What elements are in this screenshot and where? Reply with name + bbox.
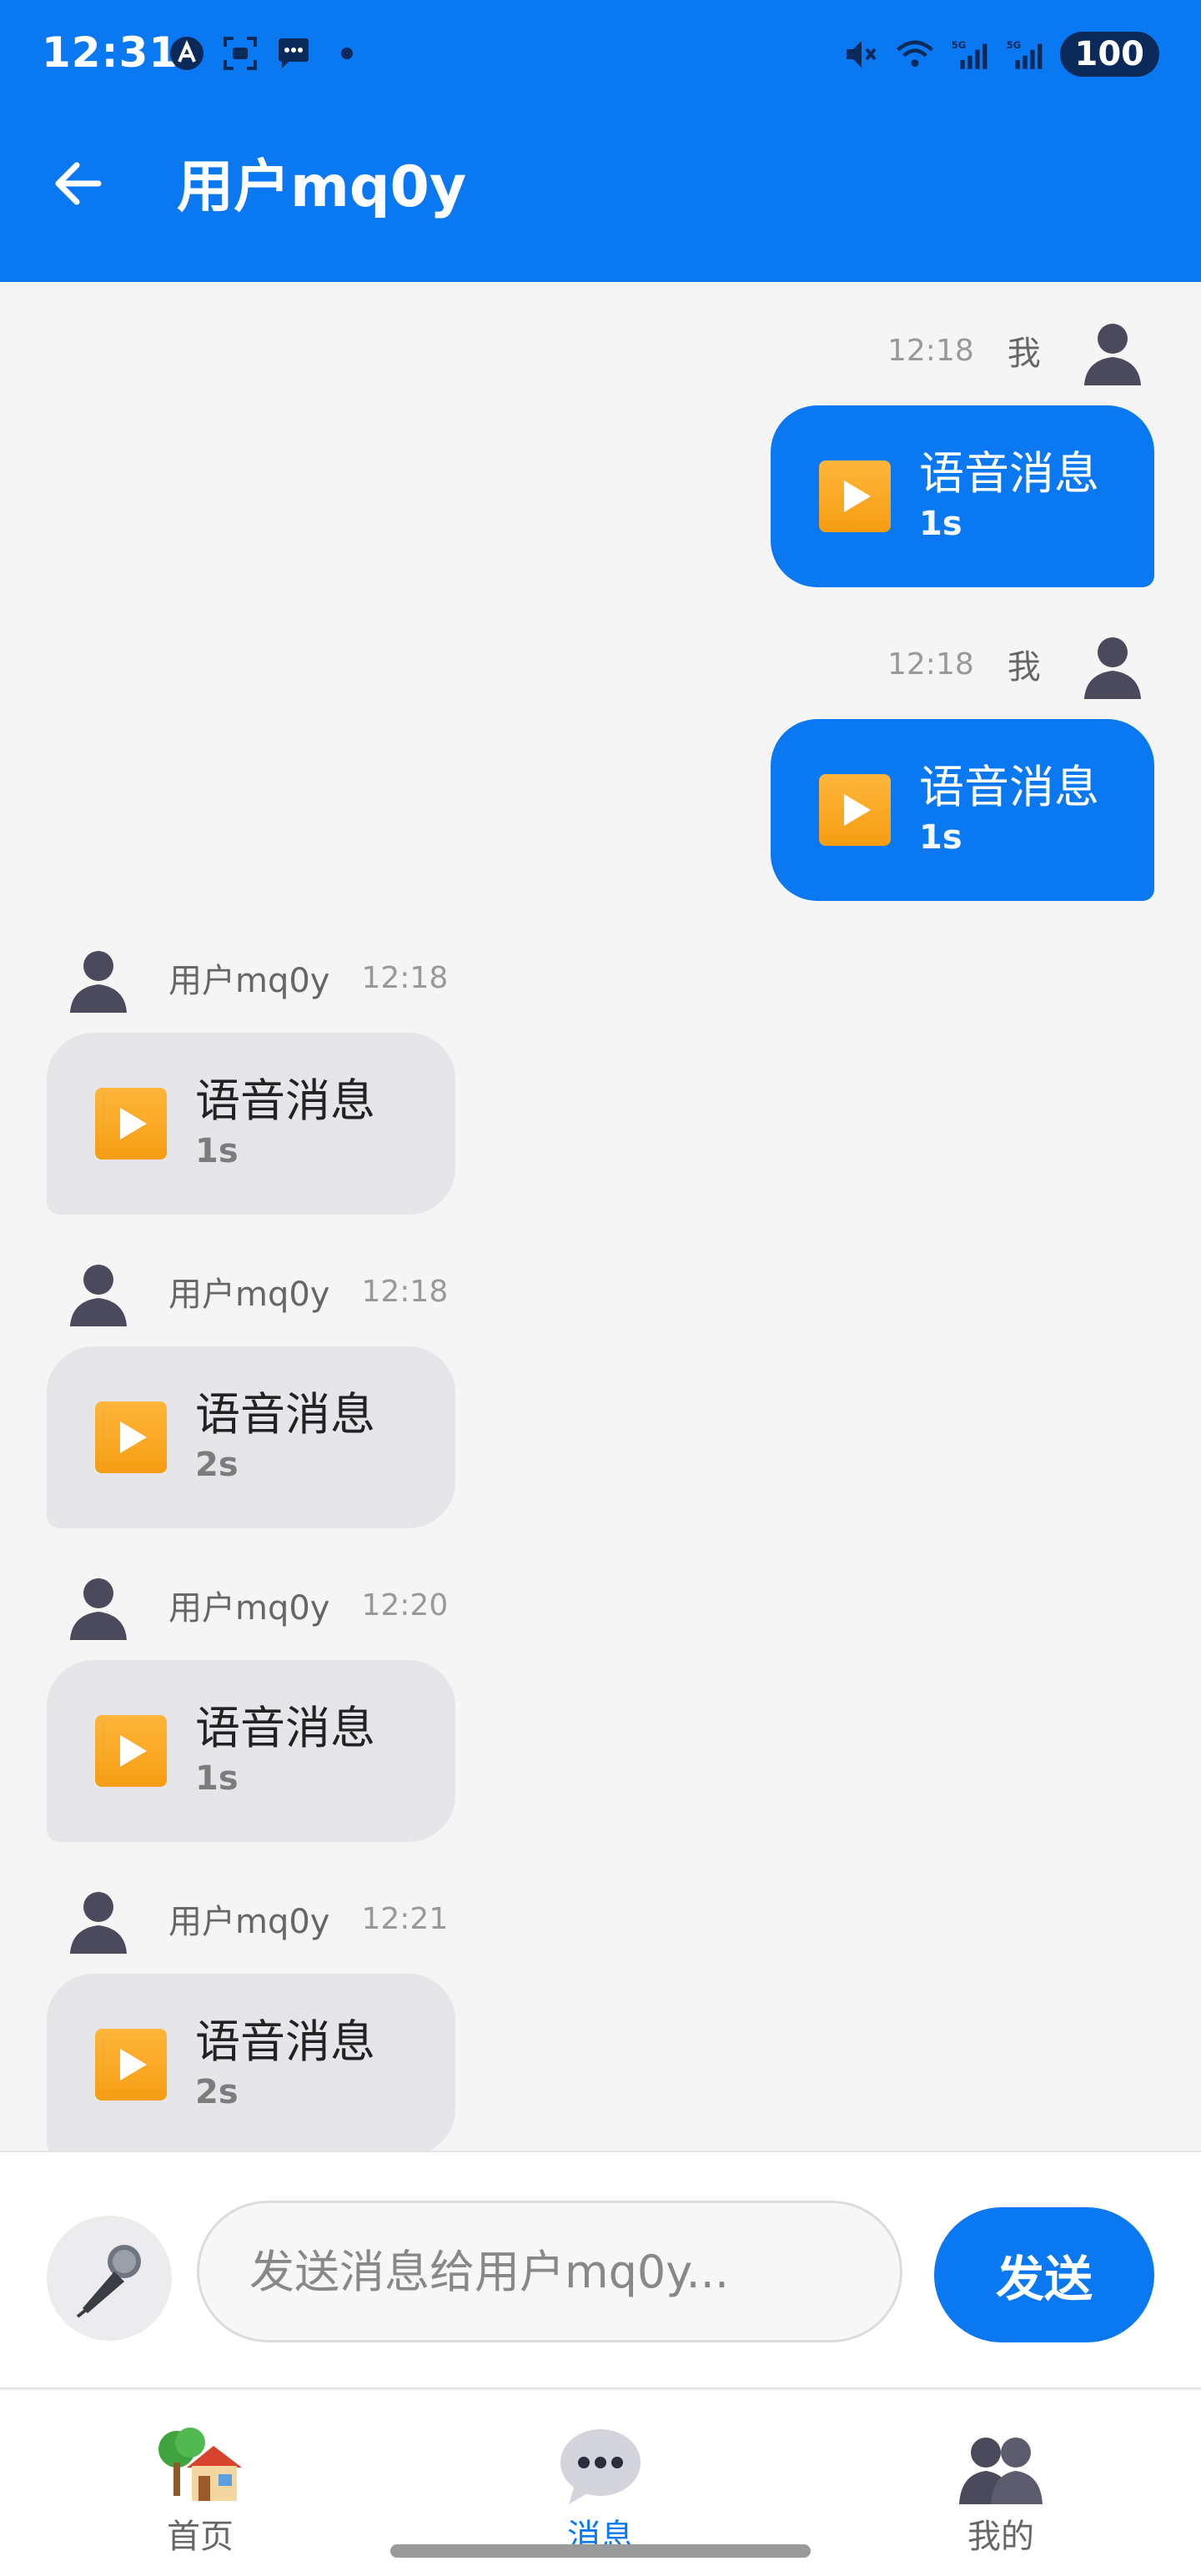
message-meta: 12:18 我: [887, 629, 1148, 699]
avatar-icon[interactable]: [63, 1884, 133, 1954]
status-bar: 12:31 5G 5G 100: [0, 0, 1201, 107]
nav-item-profile[interactable]: 我的: [901, 2424, 1101, 2558]
status-time: 12:31: [42, 28, 179, 77]
sender-name: 我: [1007, 335, 1041, 373]
play-icon: [95, 1715, 167, 1787]
voice-message-label: 语音消息: [919, 447, 1099, 500]
app-a-icon: [167, 33, 207, 73]
message-notification-icon: [274, 33, 314, 73]
play-icon: [819, 774, 891, 846]
sender-name: 我: [1007, 648, 1041, 687]
voice-message-bubble[interactable]: 语音消息 2s: [47, 1974, 455, 2151]
avatar-icon[interactable]: [63, 1256, 133, 1326]
avatar-icon[interactable]: [1078, 629, 1148, 699]
voice-message-label: 语音消息: [195, 1074, 375, 1127]
message-meta: 用户mq0y 12:18: [63, 943, 448, 1013]
voice-duration: 1s: [919, 505, 962, 543]
chat-bubble-icon: [560, 2429, 641, 2504]
voice-message-bubble[interactable]: 语音消息 1s: [47, 1033, 455, 1215]
play-icon: [95, 1088, 167, 1160]
message-time: 12:18: [887, 647, 974, 682]
nav-item-home[interactable]: 首页: [100, 2424, 300, 2558]
svg-text:5G: 5G: [951, 39, 966, 51]
dot-icon: [327, 33, 367, 73]
wifi-icon: [895, 34, 935, 74]
people-icon: [959, 2438, 1043, 2504]
message-time: 12:18: [361, 1274, 449, 1309]
microphone-icon: [76, 2245, 141, 2318]
play-icon: [95, 1401, 167, 1473]
voice-duration: 2s: [195, 1446, 239, 1484]
signal-5g-icon-2: 5G: [1005, 34, 1045, 74]
avatar-icon[interactable]: [63, 943, 133, 1013]
avatar-icon[interactable]: [1078, 315, 1148, 385]
voice-record-button[interactable]: [47, 2216, 172, 2341]
mute-icon: [840, 34, 880, 74]
nav-item-messages[interactable]: 消息: [500, 2424, 701, 2558]
svg-text:5G: 5G: [1006, 39, 1021, 51]
signal-5g-icon-1: 5G: [950, 34, 990, 74]
voice-message-bubble[interactable]: 语音消息 1s: [47, 1660, 455, 1842]
scan-icon: [220, 33, 260, 73]
voice-message-label: 语音消息: [195, 1388, 375, 1441]
message-meta: 12:18 我: [887, 315, 1148, 385]
house-icon: [158, 2428, 242, 2501]
voice-message-bubble[interactable]: 语音消息 1s: [771, 405, 1154, 587]
sender-name: 用户mq0y: [168, 1589, 330, 1628]
avatar-icon[interactable]: [63, 1570, 133, 1640]
battery-indicator: 100: [1059, 32, 1159, 77]
message-meta: 用户mq0y 12:18: [63, 1256, 448, 1326]
send-button[interactable]: 发送: [934, 2207, 1154, 2342]
voice-duration: 1s: [919, 818, 962, 857]
sender-name: 用户mq0y: [168, 1903, 330, 1941]
status-system-icons: 5G 5G 100: [840, 32, 1159, 77]
play-icon: [819, 460, 891, 532]
message-time: 12:18: [887, 333, 974, 368]
status-notification-icons: [167, 33, 367, 73]
play-icon: [95, 2029, 167, 2101]
message-input-bar: 发送: [0, 2151, 1201, 2389]
message-time: 12:20: [361, 1587, 449, 1623]
app-header: 12:31 5G 5G 100 用户mq0y: [0, 0, 1201, 282]
message-time: 12:21: [361, 1901, 449, 1936]
message-meta: 用户mq0y 12:21: [63, 1884, 448, 1954]
arrow-left-icon: [55, 162, 102, 205]
voice-message-label: 语音消息: [195, 2015, 375, 2068]
voice-duration: 1s: [195, 1132, 239, 1170]
nav-label-home: 首页: [167, 2518, 234, 2556]
home-indicator[interactable]: [390, 2544, 811, 2558]
message-time: 12:18: [361, 960, 449, 995]
message-list[interactable]: 12:18 我 语音消息 1s 12:18 我 语音消息 1s 用户mq0y 1…: [0, 282, 1201, 2151]
sender-name: 用户mq0y: [168, 1275, 330, 1314]
chat-screen: 12:31 5G 5G 100 用户mq0y 12:18 我 语音消息 1s 1…: [0, 0, 1201, 2576]
nav-label-profile: 我的: [967, 2518, 1034, 2556]
voice-duration: 2s: [195, 2073, 239, 2111]
chat-title: 用户mq0y: [177, 154, 467, 220]
sender-name: 用户mq0y: [168, 962, 330, 1000]
voice-message-label: 语音消息: [919, 761, 1099, 813]
message-input[interactable]: [197, 2201, 902, 2342]
voice-duration: 1s: [195, 1759, 239, 1798]
voice-message-bubble[interactable]: 语音消息 1s: [771, 719, 1154, 901]
back-button[interactable]: [45, 150, 112, 217]
voice-message-bubble[interactable]: 语音消息 2s: [47, 1346, 455, 1528]
message-meta: 用户mq0y 12:20: [63, 1570, 448, 1640]
voice-message-label: 语音消息: [195, 1702, 375, 1754]
